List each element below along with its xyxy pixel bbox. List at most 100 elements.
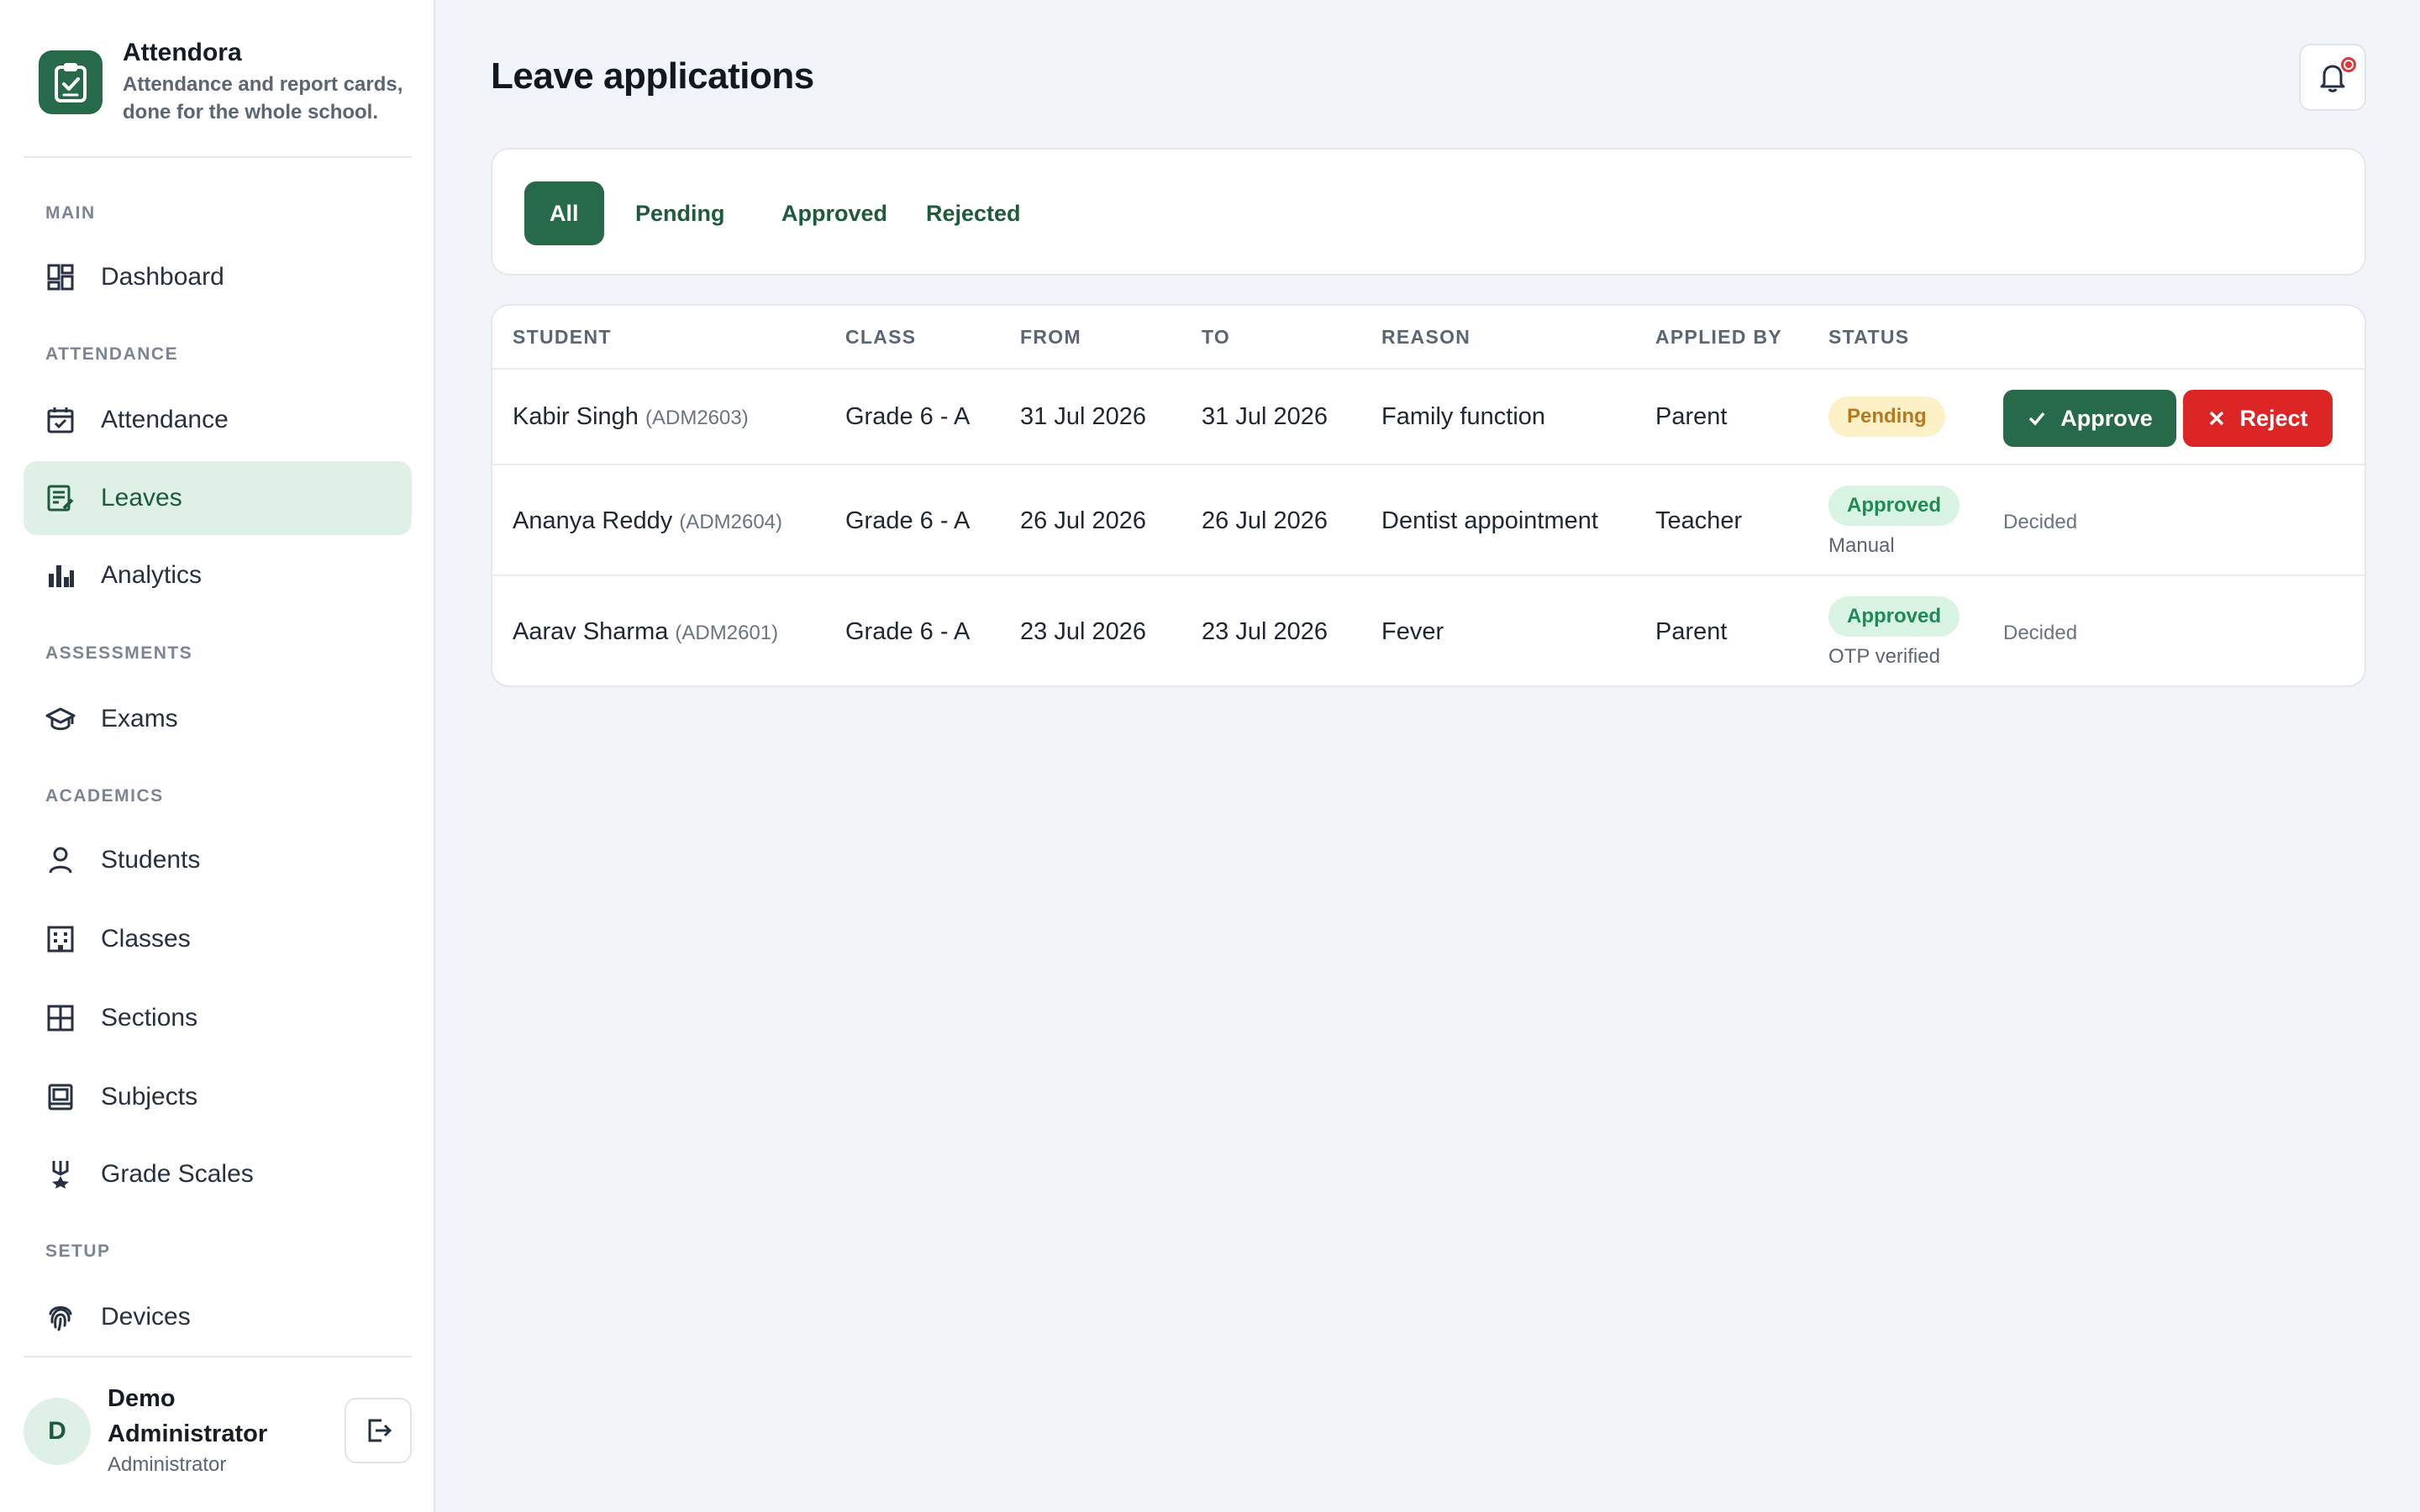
admission-number: (ADM2601) [675, 622, 779, 644]
sidebar-item-label: Leaves [101, 484, 182, 512]
sidebar-divider [24, 1356, 412, 1357]
user-icon [49, 847, 72, 874]
to-date-cell: 31 Jul 2026 [1202, 403, 1328, 430]
book-icon [48, 1084, 73, 1110]
filter-rejected[interactable]: Rejected [901, 181, 1046, 245]
applied-by-cell: Teacher [1655, 507, 1743, 534]
sidebar-item-leaves[interactable]: Leaves [24, 461, 412, 535]
sidebar-item-analytics[interactable]: Analytics [24, 538, 412, 612]
from-date-cell: 23 Jul 2026 [1020, 618, 1146, 645]
sidebar-item-label: Classes [101, 925, 191, 953]
user-name: Demo Administrator [108, 1385, 268, 1447]
sidebar-item-attendance[interactable]: Attendance [24, 383, 412, 457]
table-row: Ananya Reddy (ADM2604) Grade 6 - A 26 Ju… [492, 464, 2365, 575]
admission-number: (ADM2604) [679, 511, 783, 533]
sidebar-item-classes[interactable]: Classes [24, 902, 412, 976]
section-label-setup: SETUP [45, 1242, 111, 1261]
to-date-cell: 23 Jul 2026 [1202, 618, 1328, 645]
sidebar-item-subjects[interactable]: Subjects [24, 1060, 412, 1134]
student-name: Aarav Sharma [513, 618, 669, 645]
leave-form-icon [47, 485, 74, 512]
brand-name: Attendora [123, 39, 242, 66]
sidebar-item-sections[interactable]: Sections [24, 981, 412, 1055]
reason-cell: Dentist appointment [1381, 507, 1598, 534]
reason-cell: Family function [1381, 403, 1546, 430]
student-cell: Aarav Sharma (ADM2601) [513, 618, 778, 646]
filter-approved[interactable]: Approved [756, 181, 913, 245]
student-cell: Ananya Reddy (ADM2604) [513, 507, 782, 535]
user-role: Administrator [108, 1453, 227, 1476]
sidebar-item-dashboard[interactable]: Dashboard [24, 240, 412, 314]
decided-label: Decided [2003, 622, 2078, 644]
filter-pending[interactable]: Pending [610, 181, 750, 245]
class-cell: Grade 6 - A [845, 507, 971, 534]
status-badge: Pending [1828, 396, 1945, 437]
page-title: Leave applications [491, 55, 814, 97]
calendar-check-icon [47, 407, 74, 433]
approve-label: Approve [2060, 405, 2153, 431]
sidebar: Attendora Attendance and report cards, d… [0, 0, 435, 1512]
table-row: Aarav Sharma (ADM2601) Grade 6 - A 23 Ju… [492, 575, 2365, 685]
reason-cell: Fever [1381, 618, 1444, 645]
sidebar-item-label: Devices [101, 1303, 191, 1331]
column-header-from: FROM [1020, 326, 1081, 348]
column-header-applied-by: APPLIED BY [1655, 326, 1783, 348]
decided-label: Decided [2003, 511, 2078, 533]
to-date-cell: 26 Jul 2026 [1202, 507, 1328, 534]
class-cell: Grade 6 - A [845, 403, 971, 430]
grid-icon [47, 1005, 74, 1032]
column-header-reason: REASON [1381, 326, 1471, 348]
brand: Attendora Attendance and report cards, d… [39, 39, 408, 156]
status-note: Manual [1828, 534, 1895, 557]
student-cell: Kabir Singh (ADM2603) [513, 403, 749, 431]
bar-chart-icon [49, 565, 74, 587]
sidebar-item-students[interactable]: Students [24, 823, 412, 897]
status-badge: Approved [1828, 486, 1960, 526]
filter-all[interactable]: All [524, 181, 604, 245]
column-header-student: STUDENT [513, 326, 612, 348]
filter-bar: All Pending Approved Rejected [491, 148, 2366, 276]
user-profile: D Demo Administrator Administrator [24, 1378, 412, 1487]
sidebar-item-label: Exams [101, 705, 178, 732]
sidebar-item-grade-scales[interactable]: Grade Scales [24, 1137, 412, 1211]
section-label-academics: ACADEMICS [45, 786, 164, 806]
section-label-assessments: ASSESSMENTS [45, 643, 193, 663]
column-header-to: TO [1202, 326, 1231, 348]
column-header-status: STATUS [1828, 326, 1910, 348]
applied-by-cell: Parent [1655, 403, 1728, 430]
logout-button[interactable] [345, 1398, 412, 1463]
approve-button[interactable]: Approve [2003, 390, 2176, 447]
brand-tagline: Attendance and report cards, done for th… [123, 73, 403, 123]
fingerprint-icon [49, 1306, 72, 1331]
sidebar-item-label: Grade Scales [101, 1160, 254, 1188]
building-icon [47, 926, 74, 953]
admission-number: (ADM2603) [645, 407, 749, 429]
sidebar-item-label: Analytics [101, 561, 203, 589]
leave-table: STUDENT CLASS FROM TO REASON APPLIED BY … [491, 304, 2366, 687]
reject-button[interactable]: Reject [2183, 390, 2333, 447]
section-label-main: MAIN [45, 203, 96, 223]
from-date-cell: 26 Jul 2026 [1020, 507, 1146, 534]
notifications-button[interactable] [2299, 44, 2366, 111]
notification-dot-icon [2341, 57, 2356, 72]
graduation-cap-icon [45, 707, 76, 731]
applied-by-cell: Parent [1655, 618, 1728, 645]
status-badge: Approved [1828, 596, 1960, 637]
sidebar-item-label: Students [101, 846, 201, 874]
sidebar-item-exams[interactable]: Exams [24, 682, 412, 756]
check-icon [2028, 412, 2045, 426]
sidebar-item-label: Attendance [101, 406, 229, 433]
logout-icon [368, 1419, 392, 1442]
avatar: D [24, 1398, 91, 1465]
section-label-attendance: ATTENDANCE [45, 344, 179, 364]
class-cell: Grade 6 - A [845, 618, 971, 645]
from-date-cell: 31 Jul 2026 [1020, 403, 1146, 430]
sidebar-item-label: Subjects [101, 1083, 198, 1110]
column-header-class: CLASS [845, 326, 917, 348]
reject-label: Reject [2239, 405, 2308, 431]
sidebar-item-label: Sections [101, 1004, 198, 1032]
clipboard-check-icon [39, 50, 103, 114]
sidebar-item-devices[interactable]: Devices [24, 1280, 412, 1354]
student-name: Ananya Reddy [513, 507, 673, 534]
sidebar-item-label: Dashboard [101, 263, 224, 291]
